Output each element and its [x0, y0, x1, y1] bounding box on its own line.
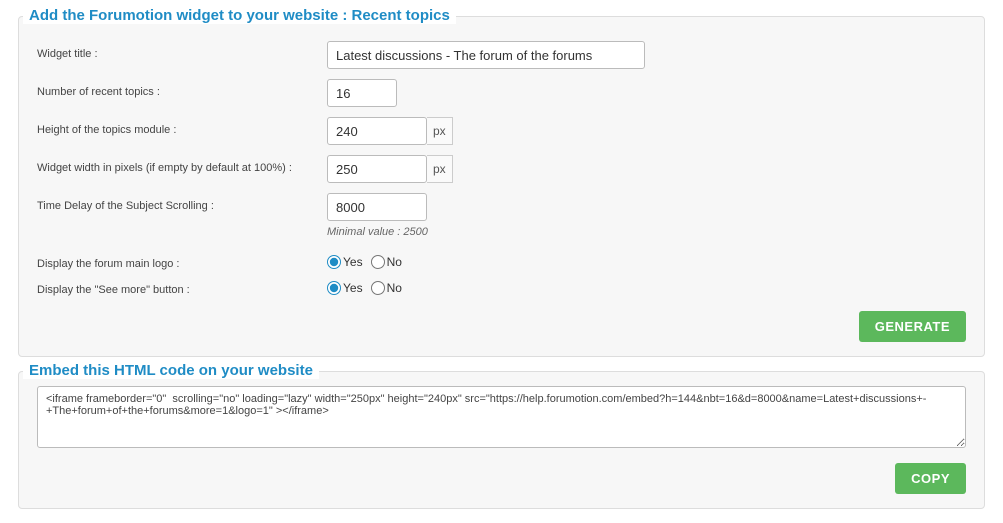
copy-button[interactable]: COPY: [895, 463, 966, 494]
radio-logo-no[interactable]: [371, 255, 385, 269]
label-delay: Time Delay of the Subject Scrolling :: [37, 193, 327, 215]
radio-seemore-yes[interactable]: [327, 281, 341, 295]
label-height: Height of the topics module :: [37, 117, 327, 139]
radio-label-logo-yes[interactable]: Yes: [327, 253, 363, 271]
row-display-logo: Display the forum main logo : Yes No: [37, 251, 966, 273]
unit-height: px: [427, 117, 453, 145]
widget-config-panel: Add the Forumotion widget to your websit…: [18, 16, 985, 357]
label-width: Widget width in pixels (if empty by defa…: [37, 155, 327, 177]
label-display-logo: Display the forum main logo :: [37, 251, 327, 273]
label-num-topics: Number of recent topics :: [37, 79, 327, 101]
radio-group-logo: Yes No: [327, 251, 408, 271]
radio-label-seemore-no[interactable]: No: [371, 279, 402, 297]
label-widget-title: Widget title :: [37, 41, 327, 63]
radio-label-seemore-yes[interactable]: Yes: [327, 279, 363, 297]
row-width: Widget width in pixels (if empty by defa…: [37, 155, 966, 183]
generate-button[interactable]: GENERATE: [859, 311, 966, 342]
row-height: Height of the topics module : px: [37, 117, 966, 145]
embed-code-textarea[interactable]: <iframe frameborder="0" scrolling="no" l…: [37, 386, 966, 448]
row-num-topics: Number of recent topics :: [37, 79, 966, 107]
row-widget-title: Widget title :: [37, 41, 966, 69]
label-display-seemore: Display the "See more" button :: [37, 277, 327, 299]
embed-legend: Embed this HTML code on your website: [23, 362, 319, 379]
embed-panel: Embed this HTML code on your website <if…: [18, 371, 985, 509]
radio-logo-yes[interactable]: [327, 255, 341, 269]
hint-delay: Minimal value : 2500: [327, 223, 428, 241]
widget-config-legend: Add the Forumotion widget to your websit…: [23, 7, 456, 24]
input-delay[interactable]: [327, 193, 427, 221]
radio-group-seemore: Yes No: [327, 277, 408, 297]
input-num-topics[interactable]: [327, 79, 397, 107]
radio-label-logo-no[interactable]: No: [371, 253, 402, 271]
unit-width: px: [427, 155, 453, 183]
input-widget-title[interactable]: [327, 41, 645, 69]
input-height[interactable]: [327, 117, 427, 145]
row-display-seemore: Display the "See more" button : Yes No: [37, 277, 966, 299]
row-delay: Time Delay of the Subject Scrolling : Mi…: [37, 193, 966, 241]
radio-seemore-no[interactable]: [371, 281, 385, 295]
input-width[interactable]: [327, 155, 427, 183]
